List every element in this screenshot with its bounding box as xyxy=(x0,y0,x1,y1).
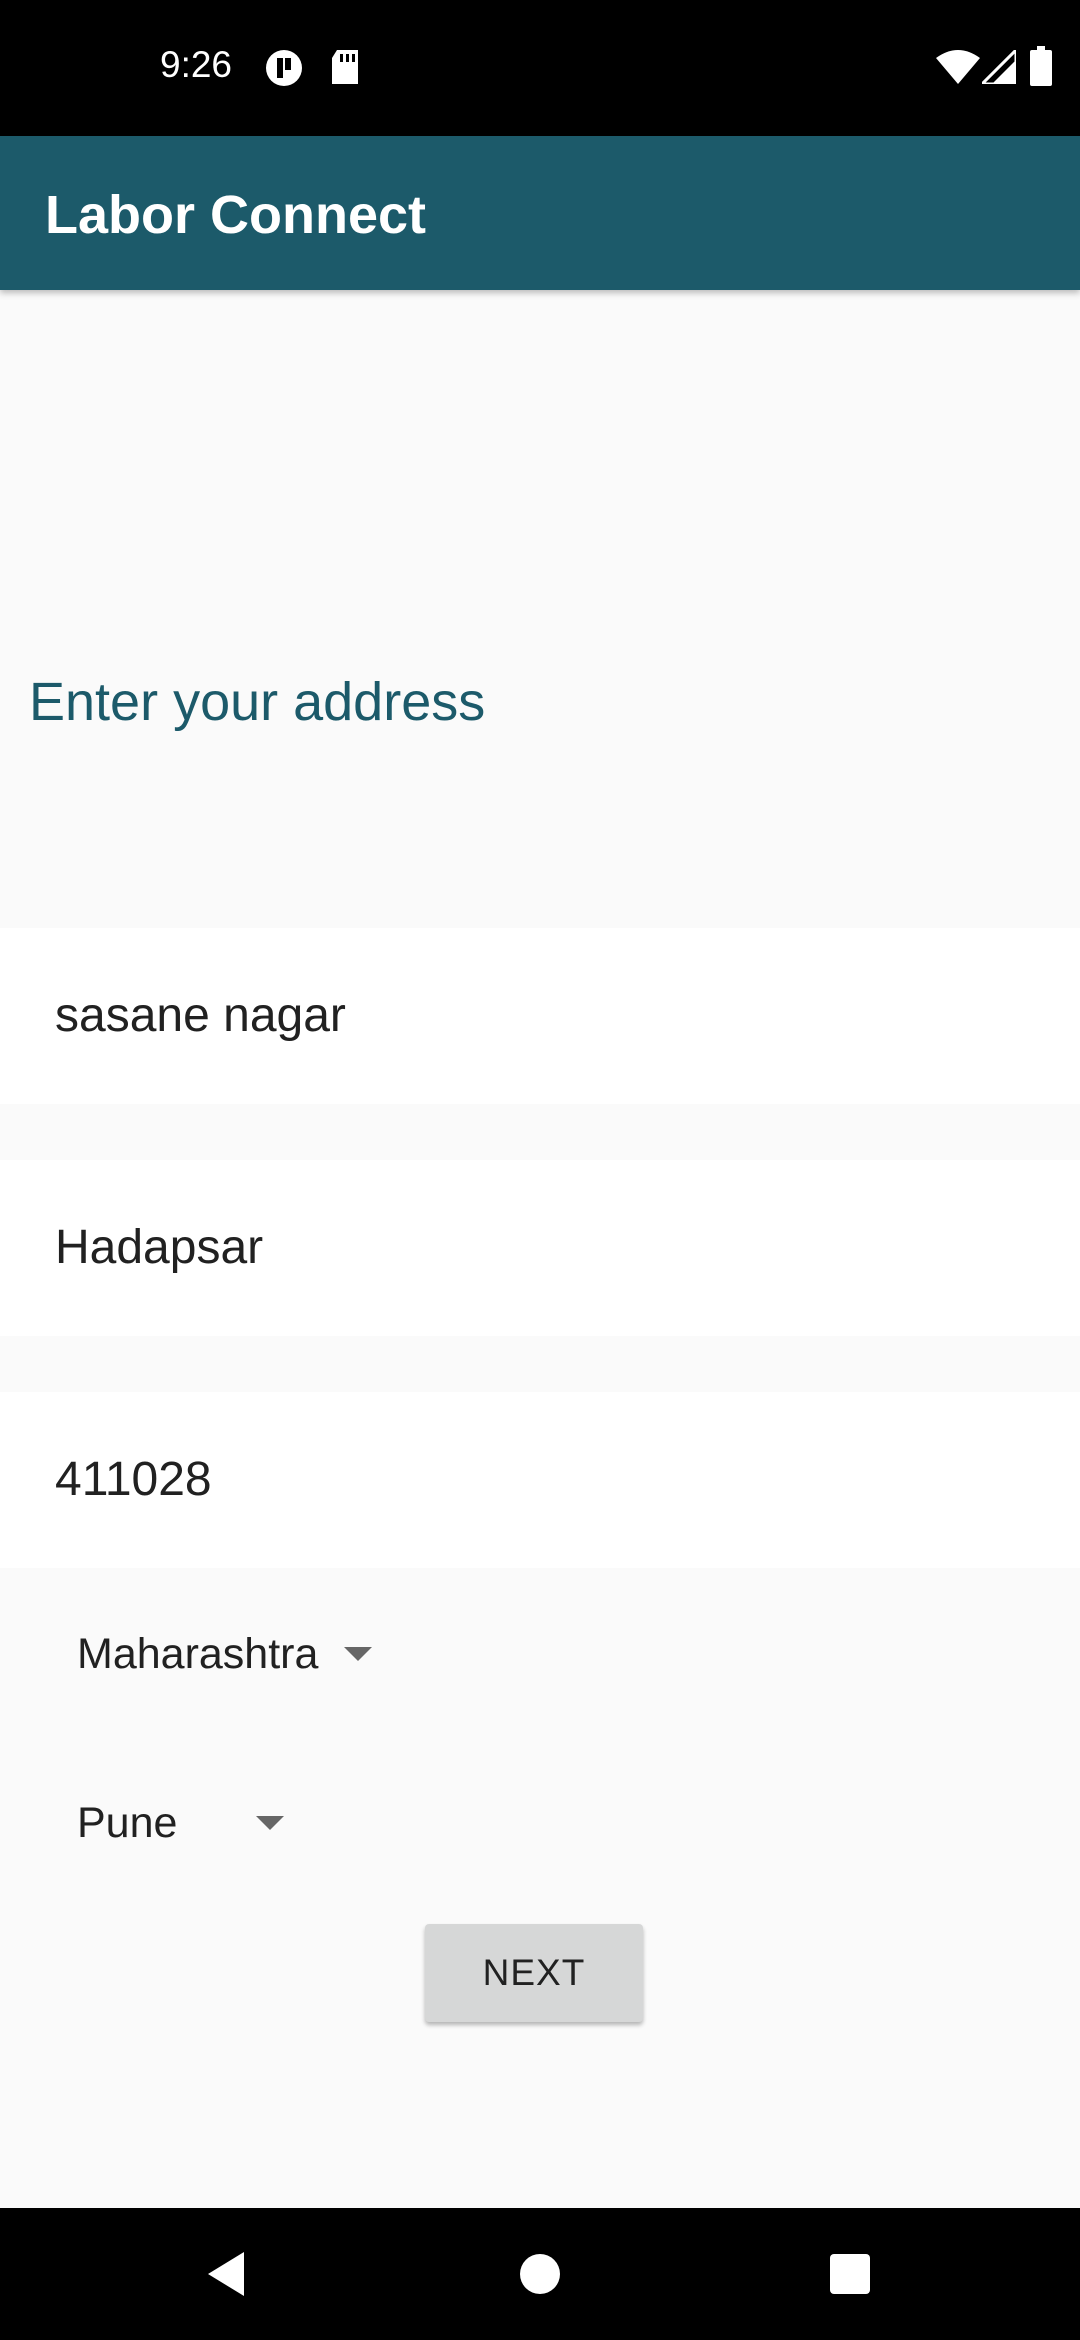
pincode-input[interactable]: 411028 xyxy=(55,1392,1035,1568)
pincode-field[interactable]: 411028 xyxy=(0,1392,1080,1568)
next-button[interactable]: NEXT xyxy=(425,1924,643,2022)
app-title: Labor Connect xyxy=(45,185,427,245)
home-icon[interactable] xyxy=(474,2208,606,2340)
battery-icon xyxy=(1030,46,1052,91)
state-selected-value: Maharashtra xyxy=(77,1629,319,1678)
navigation-bar xyxy=(0,2208,1080,2340)
sd-card-icon xyxy=(328,48,362,91)
area-input[interactable]: Hadapsar xyxy=(55,1160,1035,1336)
recents-icon[interactable] xyxy=(784,2208,916,2340)
city-selected-value: Pune xyxy=(77,1798,178,1847)
back-icon[interactable] xyxy=(160,2208,292,2340)
dropdown-arrow-icon xyxy=(256,1816,284,1830)
address-line-field[interactable]: sasane nagar xyxy=(0,928,1080,1104)
wifi-icon xyxy=(936,50,980,89)
dropdown-arrow-icon xyxy=(344,1647,372,1661)
app-bar: Labor Connect xyxy=(0,136,1080,290)
vpn-key-icon xyxy=(264,48,304,93)
address-line-input[interactable]: sasane nagar xyxy=(55,928,1035,1104)
status-time: 9:26 xyxy=(160,44,233,85)
state-spinner[interactable]: Maharashtra xyxy=(60,1609,400,1699)
area-field[interactable]: Hadapsar xyxy=(0,1160,1080,1336)
city-spinner[interactable]: Pune xyxy=(60,1778,300,1868)
page-heading: Enter your address xyxy=(29,672,486,732)
cell-signal-icon xyxy=(978,46,1018,89)
status-bar: 9:26 xyxy=(0,0,1080,136)
